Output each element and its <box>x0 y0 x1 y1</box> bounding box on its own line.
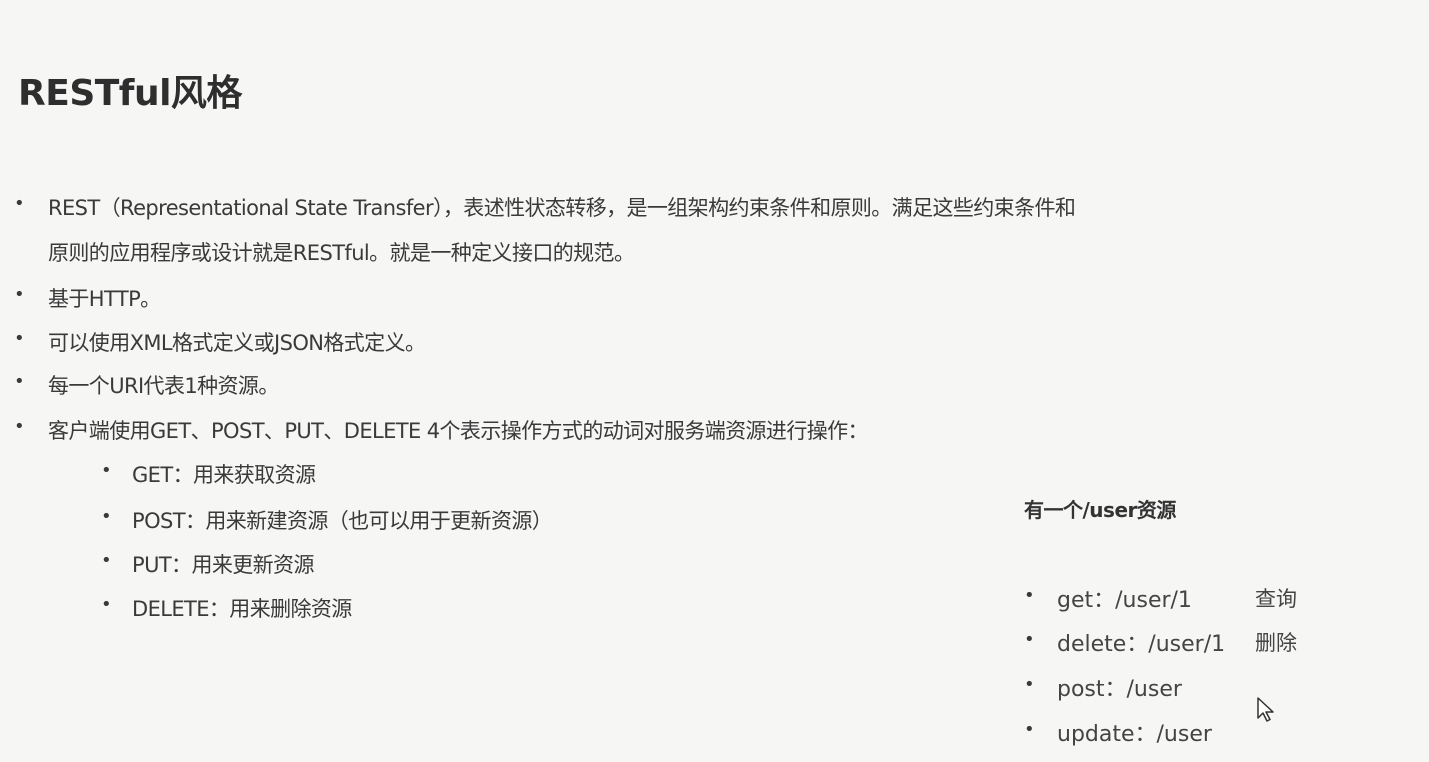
bullet-dot: • <box>1024 674 1035 695</box>
example-item: post：/user <box>1057 677 1182 702</box>
sub-bullet-text: DELETE：用来删除资源 <box>132 597 352 621</box>
bullet-dot: • <box>101 506 112 527</box>
sub-bullet-text: GET：用来获取资源 <box>132 463 316 487</box>
bullet-dot: • <box>14 193 25 214</box>
bullet-dot: • <box>101 460 112 481</box>
bullet-dot: • <box>14 284 25 305</box>
bullet-text: 基于HTTP。 <box>48 287 161 311</box>
bullet-dot: • <box>1024 585 1035 606</box>
sub-bullet-text: PUT：用来更新资源 <box>132 553 314 577</box>
bullet-dot: • <box>14 371 25 392</box>
bullet-text: REST（Representational State Transfer），表述… <box>48 196 1076 220</box>
example-note: 删除 <box>1255 631 1297 655</box>
example-item: get：/user/1 <box>1057 588 1192 613</box>
example-item: update：/user <box>1057 722 1212 747</box>
bullet-dot: • <box>101 550 112 571</box>
bullet-text-continued: 原则的应用程序或设计就是RESTful。就是一种定义接口的规范。 <box>48 241 635 265</box>
bullet-dot: • <box>14 416 25 437</box>
bullet-dot: • <box>14 328 25 349</box>
example-heading: 有一个/user资源 <box>1024 498 1176 522</box>
bullet-dot: • <box>101 594 112 615</box>
bullet-text: 可以使用XML格式定义或JSON格式定义。 <box>48 331 426 355</box>
sub-bullet-text: POST：用来新建资源（也可以用于更新资源） <box>132 509 553 533</box>
bullet-text: 客户端使用GET、POST、PUT、DELETE 4个表示操作方式的动词对服务端… <box>48 419 869 443</box>
bullet-dot: • <box>1024 719 1035 740</box>
example-note: 查询 <box>1255 587 1297 611</box>
bullet-dot: • <box>1024 629 1035 650</box>
mouse-cursor-icon <box>1257 697 1274 722</box>
example-item: delete：/user/1 <box>1057 632 1226 657</box>
slide-title: RESTful风格 <box>18 73 242 114</box>
bullet-text: 每一个URI代表1种资源。 <box>48 374 279 398</box>
